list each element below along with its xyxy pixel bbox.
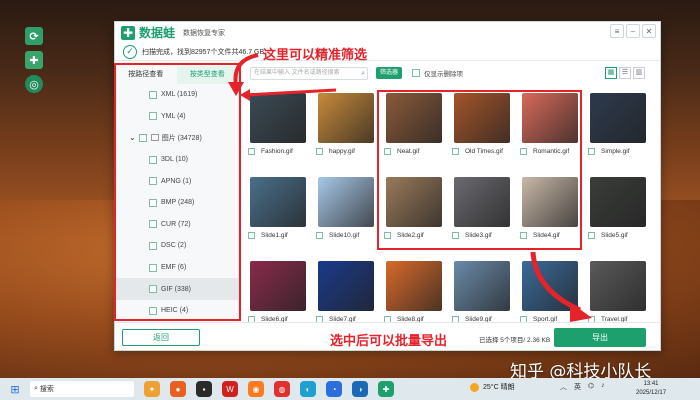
- taskbar-search-label: 搜索: [39, 386, 54, 393]
- arrow-to-search: [244, 88, 337, 97]
- network-icon[interactable]: ⌬: [588, 382, 594, 392]
- taskbar-app-icon[interactable]: ✦: [144, 381, 160, 397]
- taskbar-app-icon[interactable]: ◍: [274, 381, 290, 397]
- weather-text: 25°C 晴朗: [483, 384, 515, 391]
- arrow-to-tab: [233, 53, 259, 87]
- taskbar-app-icon[interactable]: ✚: [378, 381, 394, 397]
- taskbar-search[interactable]: ⌕ 搜索: [30, 381, 134, 397]
- sun-icon: [470, 382, 479, 392]
- volume-icon[interactable]: ♪: [601, 382, 605, 392]
- annotation-arrows: [228, 53, 592, 322]
- taskbar-app-icon[interactable]: ◔: [326, 381, 342, 397]
- clock-time: 13:41: [643, 381, 659, 387]
- taskbar-app-icon[interactable]: ◑: [352, 381, 368, 397]
- taskbar-app-icon[interactable]: ●: [170, 381, 186, 397]
- arrow-head-export: [570, 302, 592, 322]
- taskbar-app-icon[interactable]: W: [222, 381, 238, 397]
- weather-widget[interactable]: 25°C 晴朗: [470, 382, 515, 392]
- taskbar: ⊞ ⌕ 搜索 ✦ ● ▪ W ◉ ◍ ◐ ◔ ◑ ✚ 25°C 晴朗 ︿ 英 ⌬…: [0, 378, 700, 400]
- taskbar-app-icon[interactable]: ◐: [300, 381, 316, 397]
- clock-date: 2025/12/17: [636, 390, 667, 396]
- system-tray: ︿ 英 ⌬ ♪: [560, 382, 605, 392]
- taskbar-app-icon[interactable]: ◉: [248, 381, 264, 397]
- arrow-head-search: [240, 89, 250, 101]
- taskbar-clock[interactable]: 13:41 2025/12/17: [636, 380, 666, 398]
- taskbar-app-icon[interactable]: ▪: [196, 381, 212, 397]
- windows-start-icon[interactable]: ⊞: [6, 380, 24, 398]
- ime-indicator[interactable]: 英: [574, 382, 581, 392]
- arrow-head-tab: [228, 82, 244, 96]
- arrow-to-export: [530, 251, 582, 313]
- chevron-up-icon[interactable]: ︿: [560, 382, 567, 392]
